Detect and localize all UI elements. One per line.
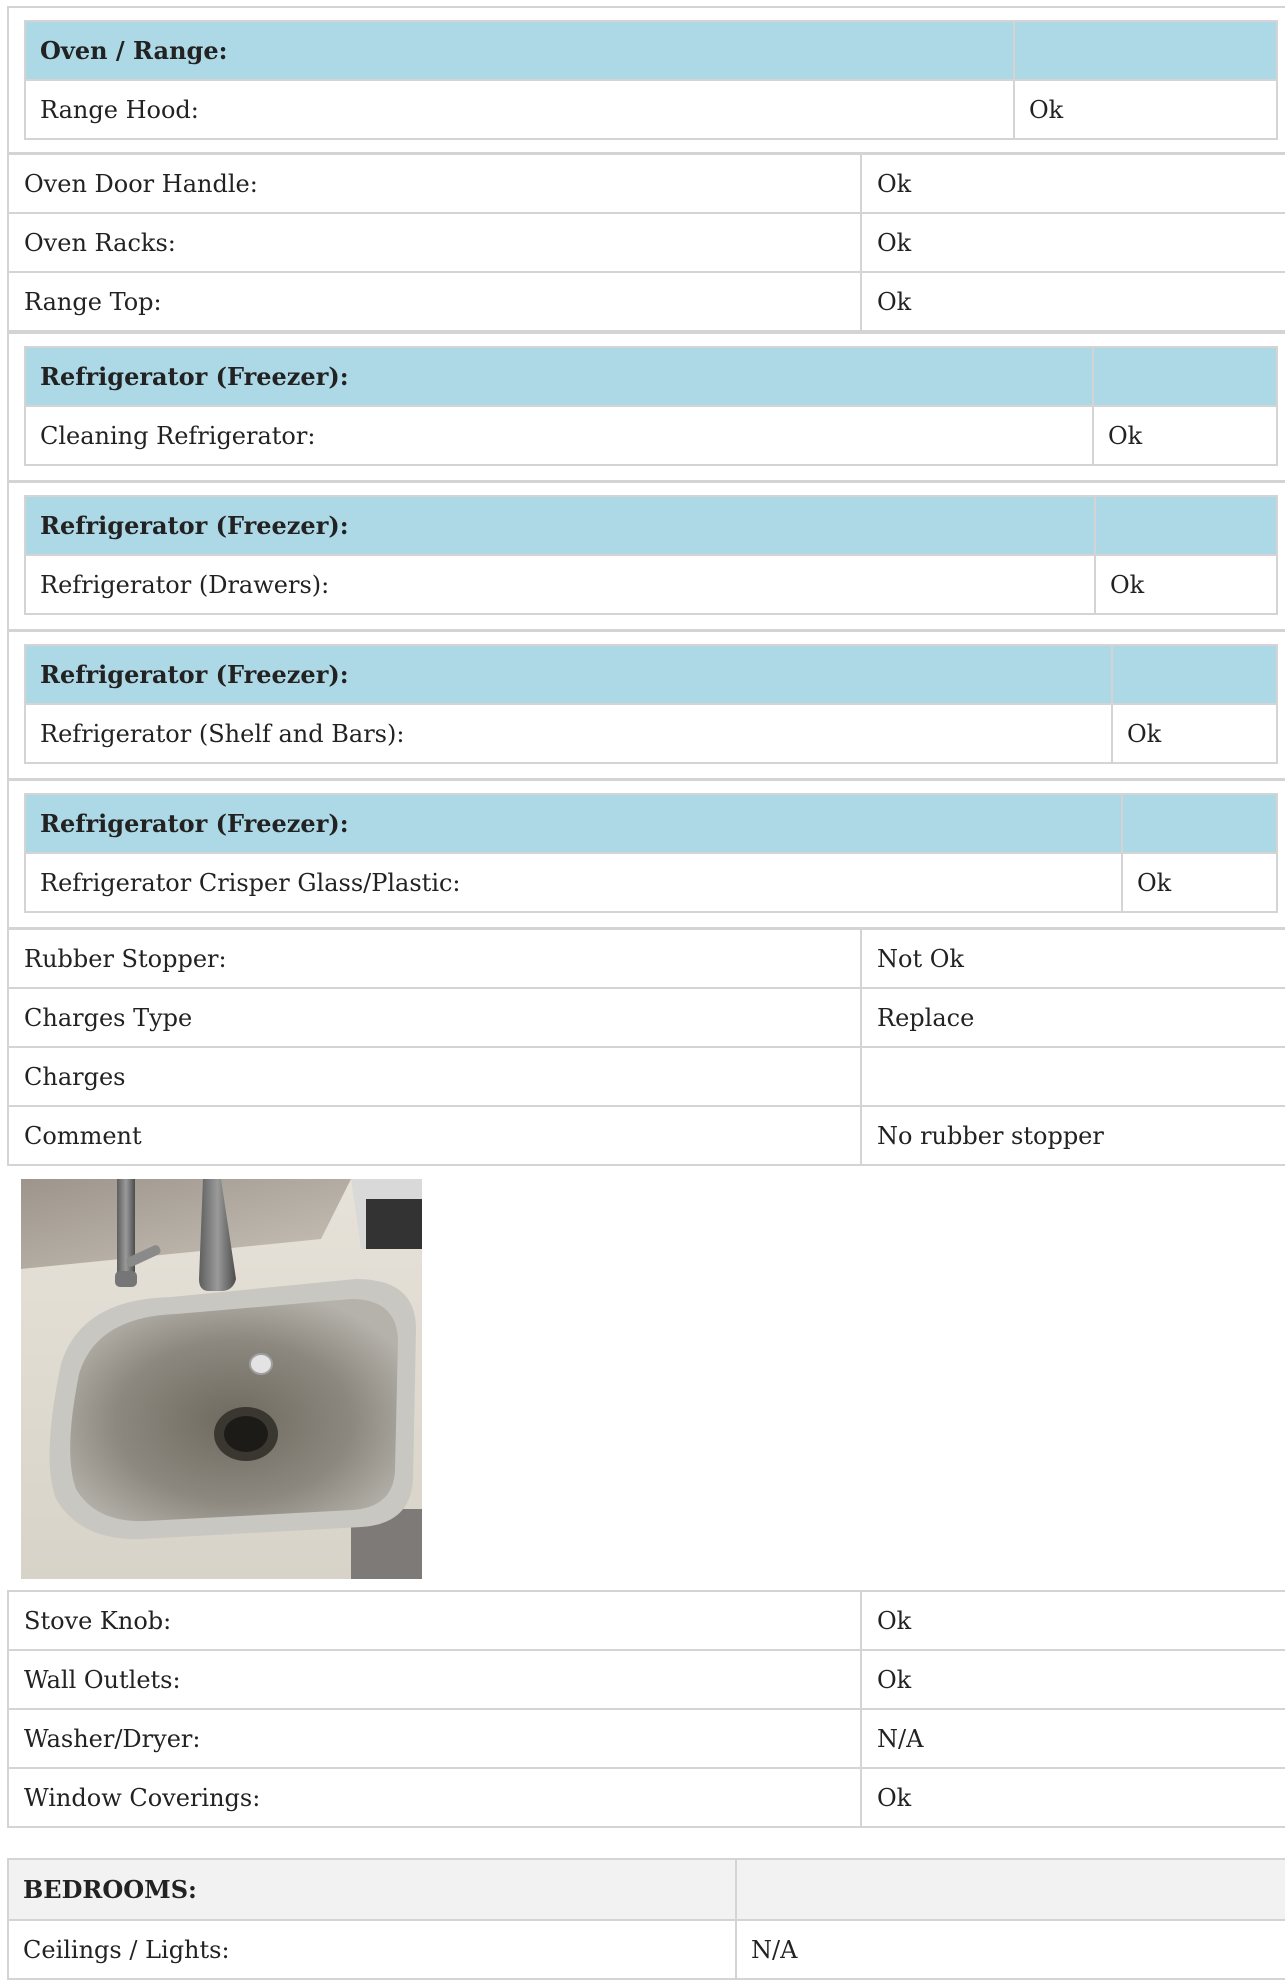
item-label: Charges (7, 1046, 862, 1107)
table-row: Oven Racks: Ok (7, 212, 1285, 273)
sink-photo[interactable] (21, 1179, 422, 1579)
item-value: Replace (860, 987, 1285, 1048)
item-value: Ok (1092, 405, 1278, 466)
item-value: Ok (1094, 554, 1278, 615)
table-row: Stove Knob: Ok (7, 1590, 1285, 1651)
fridge-section-2: Refrigerator (Freezer): Refrigerator (Dr… (7, 481, 1285, 631)
bedrooms-section: BEDROOMS: Ceilings / Lights: N/A (7, 1858, 1285, 1980)
table-row: Refrigerator (Shelf and Bars): Ok (24, 703, 1278, 764)
table-row: Washer/Dryer: N/A (7, 1708, 1285, 1769)
item-value (860, 1046, 1285, 1107)
section-header-empty (1094, 495, 1278, 556)
table-row: Comment No rubber stopper (7, 1105, 1285, 1166)
item-label: Cleaning Refrigerator: (24, 405, 1094, 466)
table-row: Range Top: Ok (7, 271, 1285, 332)
section-title: BEDROOMS: (7, 1858, 737, 1921)
item-value: Not Ok (860, 928, 1285, 989)
table-row: Ceilings / Lights: N/A (7, 1919, 1285, 1980)
section-header-empty (735, 1858, 1285, 1921)
sink-image (21, 1179, 422, 1579)
table-row: Wall Outlets: Ok (7, 1649, 1285, 1710)
fridge-table: Refrigerator (Freezer): Refrigerator Cri… (24, 793, 1278, 913)
section-header-row: Refrigerator (Freezer): (24, 346, 1278, 407)
section-header-row: Oven / Range: (24, 20, 1278, 81)
fridge-table: Refrigerator (Freezer): Refrigerator (Sh… (24, 644, 1278, 764)
section-title: Refrigerator (Freezer): (24, 793, 1123, 854)
item-label: Ceilings / Lights: (7, 1919, 737, 1980)
table-row: Charges (7, 1046, 1285, 1107)
item-value: Ok (860, 271, 1285, 332)
item-label: Range Hood: (24, 79, 1015, 140)
item-value: Ok (1121, 852, 1278, 913)
item-value: Ok (860, 212, 1285, 273)
oven-items: Oven Door Handle: Ok Oven Racks: Ok Rang… (7, 153, 1285, 332)
rubber-stopper-table: Rubber Stopper: Not Ok Charges Type Repl… (7, 928, 1285, 1166)
item-label: Charges Type (7, 987, 862, 1048)
section-header-row: BEDROOMS: (7, 1858, 1285, 1921)
section-header-row: Refrigerator (Freezer): (24, 495, 1278, 556)
rubber-stopper-items: Rubber Stopper: Not Ok Charges Type Repl… (7, 928, 1285, 1166)
item-label: Window Coverings: (7, 1767, 862, 1828)
table-row: Refrigerator Crisper Glass/Plastic: Ok (24, 852, 1278, 913)
section-header-empty (1111, 644, 1278, 705)
table-row: Charges Type Replace (7, 987, 1285, 1048)
oven-items-table: Oven Door Handle: Ok Oven Racks: Ok Rang… (7, 153, 1285, 332)
item-label: Refrigerator (Shelf and Bars): (24, 703, 1113, 764)
section-header-empty (1121, 793, 1278, 854)
table-row: Rubber Stopper: Not Ok (7, 928, 1285, 989)
section-header-empty (1013, 20, 1278, 81)
fridge-table: Refrigerator (Freezer): Refrigerator (Dr… (24, 495, 1278, 615)
item-value: Ok (860, 1590, 1285, 1651)
item-value: Ok (1111, 703, 1278, 764)
bedrooms-table: BEDROOMS: Ceilings / Lights: N/A (7, 1858, 1285, 1980)
section-title: Refrigerator (Freezer): (24, 346, 1094, 407)
item-label: Oven Door Handle: (7, 153, 862, 214)
item-value: Ok (860, 1649, 1285, 1710)
item-label: Washer/Dryer: (7, 1708, 862, 1769)
section-title: Refrigerator (Freezer): (24, 495, 1096, 556)
item-label: Rubber Stopper: (7, 928, 862, 989)
table-row: Range Hood: Ok (24, 79, 1278, 140)
item-label: Refrigerator (Drawers): (24, 554, 1096, 615)
item-label: Range Top: (7, 271, 862, 332)
table-row: Window Coverings: Ok (7, 1767, 1285, 1828)
item-value: N/A (860, 1708, 1285, 1769)
final-items: Stove Knob: Ok Wall Outlets: Ok Washer/D… (7, 1590, 1285, 1828)
table-row: Refrigerator (Drawers): Ok (24, 554, 1278, 615)
table-row: Oven Door Handle: Ok (7, 153, 1285, 214)
item-value: Ok (1013, 79, 1278, 140)
section-header-row: Refrigerator (Freezer): (24, 644, 1278, 705)
fridge-table: Refrigerator (Freezer): Cleaning Refrige… (24, 346, 1278, 466)
section-title: Oven / Range: (24, 20, 1015, 81)
item-label: Comment (7, 1105, 862, 1166)
item-value: N/A (735, 1919, 1285, 1980)
item-value: No rubber stopper (860, 1105, 1285, 1166)
item-label: Refrigerator Crisper Glass/Plastic: (24, 852, 1123, 913)
item-label: Oven Racks: (7, 212, 862, 273)
table-row: Cleaning Refrigerator: Ok (24, 405, 1278, 466)
section-header-empty (1092, 346, 1278, 407)
fridge-section-4: Refrigerator (Freezer): Refrigerator Cri… (7, 779, 1285, 929)
section-title: Refrigerator (Freezer): (24, 644, 1113, 705)
section-header-row: Refrigerator (Freezer): (24, 793, 1278, 854)
item-label: Stove Knob: (7, 1590, 862, 1651)
fridge-section-1: Refrigerator (Freezer): Cleaning Refrige… (7, 332, 1285, 482)
final-items-table: Stove Knob: Ok Wall Outlets: Ok Washer/D… (7, 1590, 1285, 1828)
fridge-section-3: Refrigerator (Freezer): Refrigerator (Sh… (7, 630, 1285, 780)
oven-range-section: Oven / Range: Range Hood: Ok (7, 6, 1285, 154)
item-label: Wall Outlets: (7, 1649, 862, 1710)
item-value: Ok (860, 1767, 1285, 1828)
item-value: Ok (860, 153, 1285, 214)
oven-range-table: Oven / Range: Range Hood: Ok (24, 20, 1278, 140)
